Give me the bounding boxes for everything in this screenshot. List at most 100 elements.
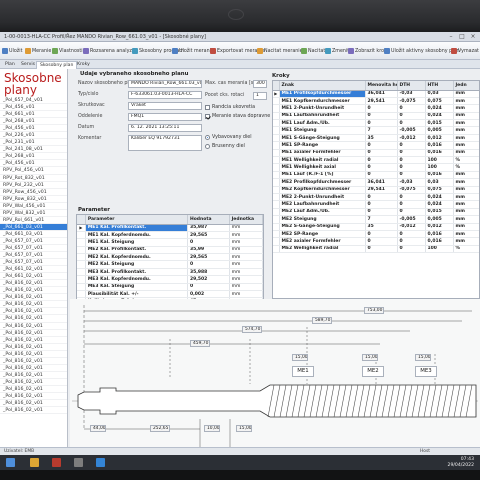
sidebar-item[interactable]: _Pol_661_02_v01 xyxy=(0,273,67,281)
comment-field[interactable]: Kaliber EQ 91792731 xyxy=(128,135,202,151)
step-nominal[interactable]: 7 xyxy=(365,215,398,224)
plan-name-field[interactable]: MANDO Rivian_Row_661.03_v01 xyxy=(128,80,202,88)
step-dth[interactable]: 0 xyxy=(397,230,426,239)
sidebar-item[interactable]: RPV_Wal_456_v01 xyxy=(0,203,67,210)
save-measurement-button[interactable]: Uložit meranie xyxy=(172,43,214,59)
step-hth[interactable]: 0,015 xyxy=(425,119,454,128)
sidebar-item[interactable]: _Pol_661_02_v01 xyxy=(0,266,67,274)
dim-me3-width[interactable]: 15,00 xyxy=(415,354,431,361)
table-row[interactable]: ME2 Profilkopfdurchmesser 36,041 -0,03 0,03… xyxy=(273,178,479,187)
load-measurement-button[interactable]: Nacitat meranie xyxy=(257,43,303,59)
dim-length-4[interactable]: 459,70 xyxy=(190,340,210,347)
step-hth[interactable]: 0,03 xyxy=(425,178,454,187)
step-nominal[interactable]: 0 xyxy=(365,119,398,128)
me3-label[interactable]: ME3 xyxy=(415,366,437,377)
start-icon[interactable] xyxy=(6,458,15,467)
tab-steps[interactable]: Kroky xyxy=(74,61,93,69)
column-nominal[interactable]: Menovita hodnota xyxy=(365,81,398,91)
param-value[interactable]: 35,99 xyxy=(187,246,230,255)
step-dth[interactable]: 0 xyxy=(397,119,426,128)
sidebar-item[interactable]: _Pol_661_v01 xyxy=(0,111,67,119)
step-dth[interactable]: 0 xyxy=(397,208,426,217)
dim-lower-3[interactable]: 10,00 xyxy=(204,425,220,432)
step-nominal[interactable]: 29,541 xyxy=(365,186,398,194)
table-row[interactable]: ME1 Wellighkeit radial 0 0 100% xyxy=(273,156,479,165)
step-dth[interactable]: -0,012 xyxy=(397,223,426,231)
sidebar-item[interactable]: _Pol_456_v01 xyxy=(0,125,67,133)
step-hth[interactable]: 0,016 xyxy=(425,171,454,180)
sidebar-item[interactable]: RPV_Rot_832_v01 xyxy=(0,175,67,182)
sidebar-item[interactable]: _Pol_456_v01 xyxy=(0,160,67,168)
sidebar-item[interactable]: _Pol_816_02_v01 xyxy=(0,407,67,415)
step-hth[interactable]: 0,016 xyxy=(425,230,454,239)
column-hth[interactable]: HTH xyxy=(425,81,454,91)
step-nominal[interactable]: 0 xyxy=(365,171,398,180)
step-dth[interactable]: 0 xyxy=(397,237,426,246)
step-dth[interactable]: -0,075 xyxy=(397,186,426,194)
sidebar-item[interactable]: _Pol_816_02_v01 xyxy=(0,393,67,401)
sidebar-item[interactable]: _Pol_816_02_v01 xyxy=(0,294,67,302)
sidebar-item[interactable]: _Pol_816_02_v01 xyxy=(0,330,67,337)
measure-button[interactable]: Meranie xyxy=(25,43,51,59)
max-time-field[interactable]: 300 xyxy=(253,80,267,88)
step-dth[interactable]: 0 xyxy=(397,141,426,150)
step-dth[interactable]: -0,005 xyxy=(397,126,426,135)
step-dth[interactable]: -0,075 xyxy=(397,97,426,106)
sidebar-item[interactable]: _Pol_657_07_v01 xyxy=(0,238,67,245)
step-nominal[interactable]: 0 xyxy=(365,208,398,217)
checkbox-random[interactable]: Randcia ukovretia xyxy=(205,105,255,110)
column-dth[interactable]: DTH xyxy=(397,81,426,91)
sidebar-item[interactable]: _Pol_268_v01 xyxy=(0,118,67,126)
change-button[interactable]: Zmenit xyxy=(325,43,349,59)
step-nominal[interactable]: 29,541 xyxy=(365,97,398,106)
step-nominal[interactable]: 0 xyxy=(365,104,398,113)
table-row[interactable]: ME1 Steigung 7 -0,005 0,005 mm xyxy=(273,126,479,135)
table-row[interactable]: ME2 Wellighkeit radial 0 0 100% xyxy=(273,245,479,254)
param-value[interactable]: 0,002 xyxy=(187,290,230,299)
step-hth[interactable]: 0,016 xyxy=(425,141,454,150)
table-row[interactable]: ▶ ME1 Profilkopfdurchmesser 36,041 -0,03 0,0… xyxy=(273,90,479,98)
sidebar-item[interactable]: RPV_Row_832_v01 xyxy=(0,196,67,203)
sidebar-item[interactable]: _Pol_657_04_v01 xyxy=(0,97,67,105)
step-hth[interactable]: 0,024 xyxy=(425,200,454,209)
step-dth[interactable]: 0 xyxy=(397,156,426,165)
step-hth[interactable]: 0,024 xyxy=(425,104,454,113)
dim-me2-width[interactable]: 15,00 xyxy=(362,354,378,361)
sidebar-item[interactable]: _Pol_657_07_v01 xyxy=(0,245,67,253)
step-nominal[interactable]: 0 xyxy=(365,156,398,165)
sidebar-item[interactable]: RPV_Row_456_v01 xyxy=(0,189,67,196)
me1-label[interactable]: ME1 xyxy=(292,366,314,377)
sidebar-item[interactable]: _Pol_661_03_v01 xyxy=(0,223,67,231)
step-nominal[interactable]: 0 xyxy=(365,200,398,209)
param-value[interactable]: 29,565 xyxy=(187,231,230,240)
minimize-icon[interactable]: – xyxy=(446,33,456,41)
table-row[interactable]: ME1 S-Gänge-Steigung 35 -0,012 0,012 mm xyxy=(273,134,479,143)
step-dth[interactable]: 0 xyxy=(397,149,426,158)
step-dth[interactable]: -0,012 xyxy=(397,134,426,143)
step-dth[interactable]: 0 xyxy=(397,171,426,180)
table-row[interactable]: ME3 Kal. Steigung 0 mm xyxy=(77,283,263,292)
table-row[interactable]: ME1 SP-Range 0 0 0,016 mm xyxy=(273,141,479,150)
dim-lower-2[interactable]: 252,65 xyxy=(150,425,170,432)
load-button[interactable]: Nacitat xyxy=(301,43,325,59)
step-nominal[interactable]: 0 xyxy=(365,141,398,150)
app-icon-red[interactable] xyxy=(52,458,61,467)
param-value[interactable]: 29,565 xyxy=(187,253,230,262)
step-hth[interactable]: 0,075 xyxy=(425,186,454,194)
sidebar-item[interactable]: _Pol_241_08_v01 xyxy=(0,146,67,154)
step-nominal[interactable]: 0 xyxy=(365,149,398,158)
column-unit[interactable]: Jedn xyxy=(453,81,479,91)
sidebar-item[interactable]: _Pol_816_02_v01 xyxy=(0,365,67,372)
table-row[interactable]: ME3 Kal. Profilkontakt. 35,988 mm xyxy=(77,268,263,277)
dim-total-length[interactable]: 753,00 xyxy=(364,307,384,314)
dim-length-2[interactable]: 589,70 xyxy=(312,317,332,324)
step-nominal[interactable]: 0 xyxy=(365,112,398,121)
table-row[interactable]: ME2 2-Punkt-Unrundheit 0 0 0,024 mm xyxy=(273,193,479,202)
dim-me1-width[interactable]: 15,00 xyxy=(292,354,308,361)
step-hth[interactable]: 0,016 xyxy=(425,149,454,158)
sidebar-item[interactable]: RPV_Pol_456_v01 xyxy=(0,167,67,175)
app-icon-grey[interactable] xyxy=(74,458,83,467)
table-row[interactable]: ME2 SP-Range 0 0 0,016 mm xyxy=(273,230,479,239)
param-value[interactable]: 0 xyxy=(187,260,230,269)
explorer-icon[interactable] xyxy=(30,458,39,467)
